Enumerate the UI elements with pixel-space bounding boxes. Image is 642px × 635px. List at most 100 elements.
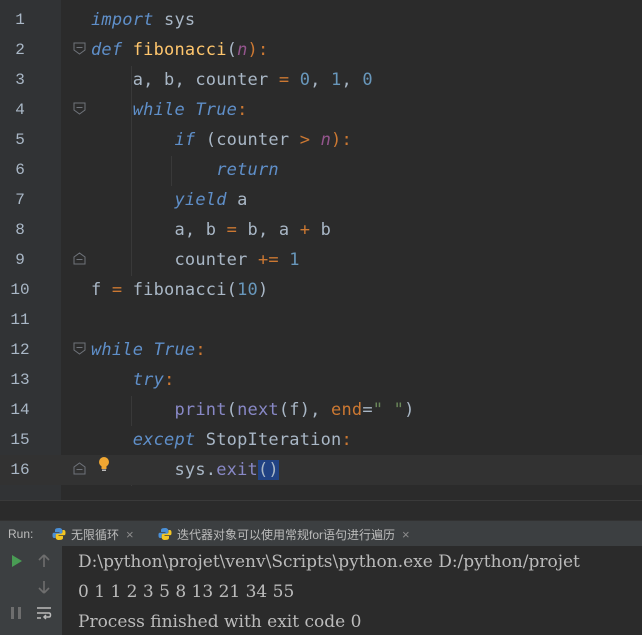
code-token: = — [278, 70, 290, 90]
code-token: () — [257, 460, 279, 480]
code-token: 0 — [299, 70, 311, 90]
python-file-icon — [158, 528, 172, 540]
line-number: 3 — [15, 71, 25, 89]
code-token: : — [195, 340, 206, 360]
code-token: a — [226, 190, 248, 210]
code-token: counter — [91, 250, 258, 270]
code-token: end — [331, 400, 363, 420]
code-token: += — [257, 250, 279, 270]
code-line[interactable]: 12 while True: — [0, 335, 642, 365]
code-token: ( — [226, 40, 238, 60]
code-line[interactable]: 8 a, b = b, a + b — [0, 215, 642, 245]
code-token: b — [310, 220, 332, 240]
code-token: True — [153, 340, 196, 360]
code-token: True — [195, 100, 238, 120]
run-tab-label: 无限循环 — [71, 527, 120, 542]
soft-wrap-icon[interactable] — [35, 604, 53, 622]
code-token: 10 — [237, 280, 258, 300]
code-line[interactable]: 10 f = fibonacci(10) — [0, 275, 642, 305]
code-token: b, a — [237, 220, 300, 240]
run-tab[interactable]: 无限循环 × — [52, 521, 134, 547]
code-text: f = fibonacci(10) — [91, 280, 268, 300]
run-toolbar — [0, 546, 62, 635]
code-line[interactable]: 3 a, b, counter = 0, 1, 0 — [0, 65, 642, 95]
fold-marker-icon[interactable] — [73, 342, 86, 355]
code-line[interactable]: 16 sys.exit() — [0, 455, 642, 485]
arrow-up-icon[interactable] — [35, 552, 53, 570]
console-command-line: D:\python\projet\venv\Scripts\python.exe… — [78, 552, 580, 572]
code-text: yield a — [91, 190, 248, 210]
run-tab[interactable]: 迭代器对象可以使用常规for语句进行遍历 × — [158, 521, 410, 547]
run-icon[interactable] — [7, 552, 25, 570]
code-text: import sys — [91, 10, 195, 30]
code-line[interactable]: 5 if (counter > n): — [0, 125, 642, 155]
code-token: ): — [331, 130, 352, 150]
code-token: " " — [372, 400, 405, 420]
code-line[interactable]: 11 — [0, 305, 642, 335]
code-token: a, b, counter — [91, 70, 279, 90]
code-token: ( — [226, 400, 238, 420]
line-number: 6 — [15, 161, 25, 179]
code-token: except — [132, 430, 196, 450]
run-tool-window-header: Run: 无限循环 × 迭代器对象可以使用常规for语句进行遍历 × — [0, 520, 642, 547]
line-number: 12 — [10, 341, 30, 359]
python-file-icon — [52, 528, 66, 540]
fold-marker-icon[interactable] — [73, 102, 86, 115]
pause-icon[interactable] — [7, 604, 25, 622]
code-token: , — [310, 70, 332, 90]
code-token: n — [237, 40, 248, 60]
horizontal-scrollbar[interactable] — [0, 500, 642, 515]
arrow-down-icon[interactable] — [35, 578, 53, 596]
fold-marker-icon[interactable] — [73, 462, 86, 475]
code-token: f — [91, 280, 112, 300]
console-exit-message: Process finished with exit code 0 — [78, 612, 362, 632]
code-token: a, b — [91, 220, 227, 240]
code-line[interactable]: 15 except StopIteration: — [0, 425, 642, 455]
code-token: : — [237, 100, 248, 120]
run-label: Run: — [8, 527, 34, 541]
code-token: ) — [404, 400, 415, 420]
line-number: 7 — [15, 191, 25, 209]
code-text: except StopIteration: — [91, 430, 352, 450]
fold-marker-icon[interactable] — [73, 252, 86, 265]
code-token: import — [91, 10, 154, 30]
code-line[interactable]: 2 def fibonacci(n): — [0, 35, 642, 65]
code-line[interactable]: 13 try: — [0, 365, 642, 395]
code-token: 0 — [362, 70, 373, 90]
code-text: def fibonacci(n): — [91, 40, 268, 60]
code-line[interactable]: 7 yield a — [0, 185, 642, 215]
code-token: 1 — [289, 250, 300, 270]
code-token: next — [237, 400, 279, 420]
code-line[interactable]: 1 import sys — [0, 5, 642, 35]
code-token: fibonacci — [132, 40, 227, 60]
console-output-line: 0 1 1 2 3 5 8 13 21 34 55 — [78, 582, 295, 602]
code-token: exit — [216, 460, 258, 480]
code-token: ): — [247, 40, 269, 60]
run-console[interactable]: D:\python\projet\venv\Scripts\python.exe… — [0, 546, 642, 635]
lightbulb-icon[interactable] — [98, 456, 110, 472]
code-editor[interactable]: 1 import sys 2 def fibonacci(n): 3 a, b, cou… — [0, 0, 642, 515]
close-icon[interactable]: × — [402, 527, 410, 542]
line-number: 5 — [15, 131, 25, 149]
close-icon[interactable]: × — [126, 527, 134, 542]
code-token: if — [174, 130, 196, 150]
code-token: : — [164, 370, 175, 390]
code-line[interactable]: 4 while True: — [0, 95, 642, 125]
code-text: print(next(f), end=" ") — [91, 400, 415, 420]
code-token: + — [299, 220, 311, 240]
fold-marker-icon[interactable] — [73, 42, 86, 55]
code-line[interactable]: 9 counter += 1 — [0, 245, 642, 275]
code-line[interactable]: 14 print(next(f), end=" ") — [0, 395, 642, 425]
code-token: while — [132, 100, 185, 120]
code-token: return — [216, 160, 279, 180]
code-line[interactable]: 6 return — [0, 155, 642, 185]
